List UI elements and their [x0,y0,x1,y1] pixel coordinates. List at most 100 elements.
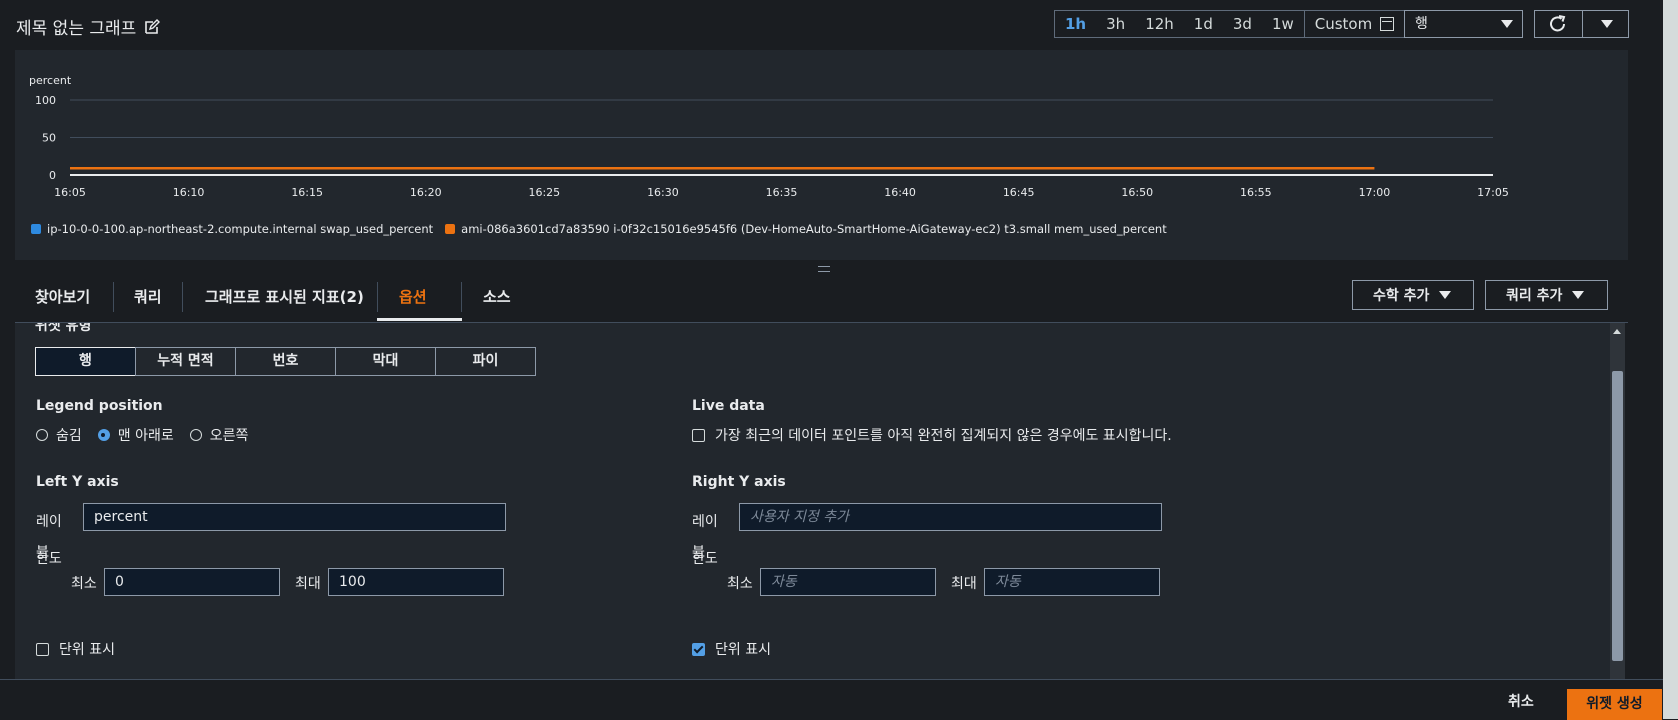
tab-graphed-metrics[interactable]: 그래프로 표시된 지표(2) [185,284,384,310]
legend-item-swap[interactable]: ip-10-0-0-100.ap-northeast-2.compute.int… [31,222,433,236]
view-type-value: 행 [1415,16,1428,32]
time-range-1h[interactable]: 1h [1055,11,1096,37]
live-data-title: Live data [692,398,765,414]
refresh-options-button[interactable] [1583,11,1628,37]
legend-radio-bottom[interactable]: 맨 아래로 [97,425,174,445]
add-query-label: 쿼리 추가 [1506,288,1563,304]
tab-divider [377,282,378,312]
footer-bar: 취소 위젯 생성 [0,679,1663,720]
x-tick-label: 16:25 [528,186,560,199]
tab-options[interactable]: 옵션 [379,284,447,310]
time-range-3d[interactable]: 3d [1223,11,1262,37]
radio-icon [36,429,48,441]
live-data-label: 가장 최근의 데이터 포인트를 아직 완전히 집계되지 않은 경우에도 표시합니… [715,428,1172,444]
graph-title-text: 제목 없는 그래프 [16,19,137,39]
refresh-button[interactable] [1535,11,1583,37]
widget-type-pie[interactable]: 파이 [435,347,536,376]
radio-icon [189,429,202,441]
chevron-down-icon [1601,20,1613,28]
x-tick-label: 16:05 [54,186,86,199]
right-axis-limits-caption: 한도 [692,551,718,567]
tab-query[interactable]: 쿼리 [114,284,182,310]
legend-radio-right[interactable]: 오른쪽 [189,425,249,445]
legend-label: ami-086a3601cd7a83590 i-0f32c15016e9545f… [461,222,1167,236]
widget-type-stacked-area[interactable]: 누적 면적 [135,347,236,376]
graph-header: 제목 없는 그래프 1h 3h 12h 1d 3d 1w Custom 행 [0,0,1640,50]
time-range-1w[interactable]: 1w [1262,11,1304,37]
radio-selected-icon [97,429,110,441]
custom-range-label: Custom [1314,15,1373,33]
chart-panel: percent 0 50 100 16:05 16:10 16:15 16:20 16:25 1… [15,50,1628,260]
time-range-selector: 1h 3h 12h 1d 3d 1w Custom [1054,10,1406,38]
right-axis-label-input[interactable]: 사용자 지정 추가 [739,503,1162,531]
legend-swatch-orange [445,224,456,234]
right-min-input[interactable]: 자동 [760,568,936,596]
scrollbar-thumb[interactable] [1612,371,1623,661]
radio-label: 맨 아래로 [117,428,174,444]
live-data-checkbox[interactable]: 가장 최근의 데이터 포인트를 아직 완전히 집계되지 않은 경우에도 표시합니… [692,425,1172,445]
y-tick-label: 0 [49,169,56,182]
legend-swatch-blue [31,224,41,234]
widget-type-bar[interactable]: 막대 [335,347,436,376]
caret-down-icon [1439,291,1452,299]
radio-label: 숨김 [56,428,82,444]
tab-source[interactable]: 소스 [463,284,531,310]
legend-radio-hidden[interactable]: 숨김 [36,425,82,445]
x-tick-label: 17:00 [1359,186,1391,199]
x-tick-label: 16:30 [647,186,679,199]
scroll-up-icon[interactable] [1613,329,1621,334]
view-type-select[interactable]: 행 [1404,10,1523,38]
widget-type-title: 위젯 유형 [35,323,92,334]
legend-position-radios: 숨김 맨 아래로 오른쪽 [36,425,248,445]
window-scrollbar[interactable] [1663,0,1678,719]
right-max-input[interactable]: 자동 [984,568,1160,596]
left-axis-label-input[interactable]: percent [83,503,506,531]
left-min-caption: 최소 [71,576,97,592]
x-tick-label: 16:50 [1121,186,1153,199]
add-math-button[interactable]: 수학 추가 [1352,280,1474,310]
active-tab-indicator [377,318,462,321]
graph-title[interactable]: 제목 없는 그래프 [16,14,161,39]
left-units-checkbox[interactable]: 단위 표시 [36,639,115,659]
options-panel: 위젯 유형 행 누적 면적 번호 막대 파이 Legend position 숨… [15,323,1610,679]
x-tick-label: 16:55 [1240,186,1272,199]
add-query-button[interactable]: 쿼리 추가 [1485,280,1608,310]
legend-position-title: Legend position [36,398,163,414]
left-axis-limits-caption: 한도 [36,551,62,567]
create-widget-button[interactable]: 위젯 생성 [1567,689,1662,720]
time-range-1d[interactable]: 1d [1184,11,1223,37]
caret-down-icon [1572,291,1585,299]
left-min-input[interactable]: 0 [104,568,280,596]
x-tick-label: 17:05 [1477,186,1509,199]
editor-tabs: 찾아보기 쿼리 그래프로 표시된 지표(2) 옵션 소스 수학 추가 쿼리 추가 [15,272,1628,323]
line-chart: 0 50 100 16:05 16:10 16:15 16:20 16:25 16:30 16:3… [35,94,1509,199]
chevron-down-icon [1501,20,1513,28]
checkbox-icon [36,642,49,656]
edit-icon[interactable] [144,18,161,35]
calendar-icon [1380,17,1395,31]
x-tick-label: 16:15 [291,186,323,199]
x-tick-label: 16:20 [410,186,442,199]
widget-type-number[interactable]: 번호 [235,347,336,376]
time-range-3h[interactable]: 3h [1096,11,1135,37]
time-range-12h[interactable]: 12h [1135,11,1184,37]
radio-label: 오른쪽 [209,428,249,444]
x-tick-label: 16:35 [766,186,798,199]
right-max-caption: 최대 [951,576,977,592]
custom-range-button[interactable]: Custom [1303,11,1404,37]
add-math-label: 수학 추가 [1373,288,1430,304]
tab-divider [461,282,462,312]
legend-item-mem[interactable]: ami-086a3601cd7a83590 i-0f32c15016e9545f… [445,222,1167,236]
options-scrollbar[interactable] [1610,323,1625,679]
y-tick-label: 50 [42,132,56,145]
widget-type-selector: 행 누적 면적 번호 막대 파이 [35,347,536,376]
legend-label: ip-10-0-0-100.ap-northeast-2.compute.int… [47,222,434,236]
x-tick-label: 16:40 [884,186,916,199]
tab-browse[interactable]: 찾아보기 [15,284,110,310]
widget-type-line[interactable]: 행 [35,347,136,376]
right-min-caption: 최소 [727,576,753,592]
cancel-button[interactable]: 취소 [1494,688,1548,716]
right-units-checkbox[interactable]: 단위 표시 [692,639,771,659]
chart-legend: ip-10-0-0-100.ap-northeast-2.compute.int… [31,222,1167,236]
left-max-input[interactable]: 100 [328,568,504,596]
